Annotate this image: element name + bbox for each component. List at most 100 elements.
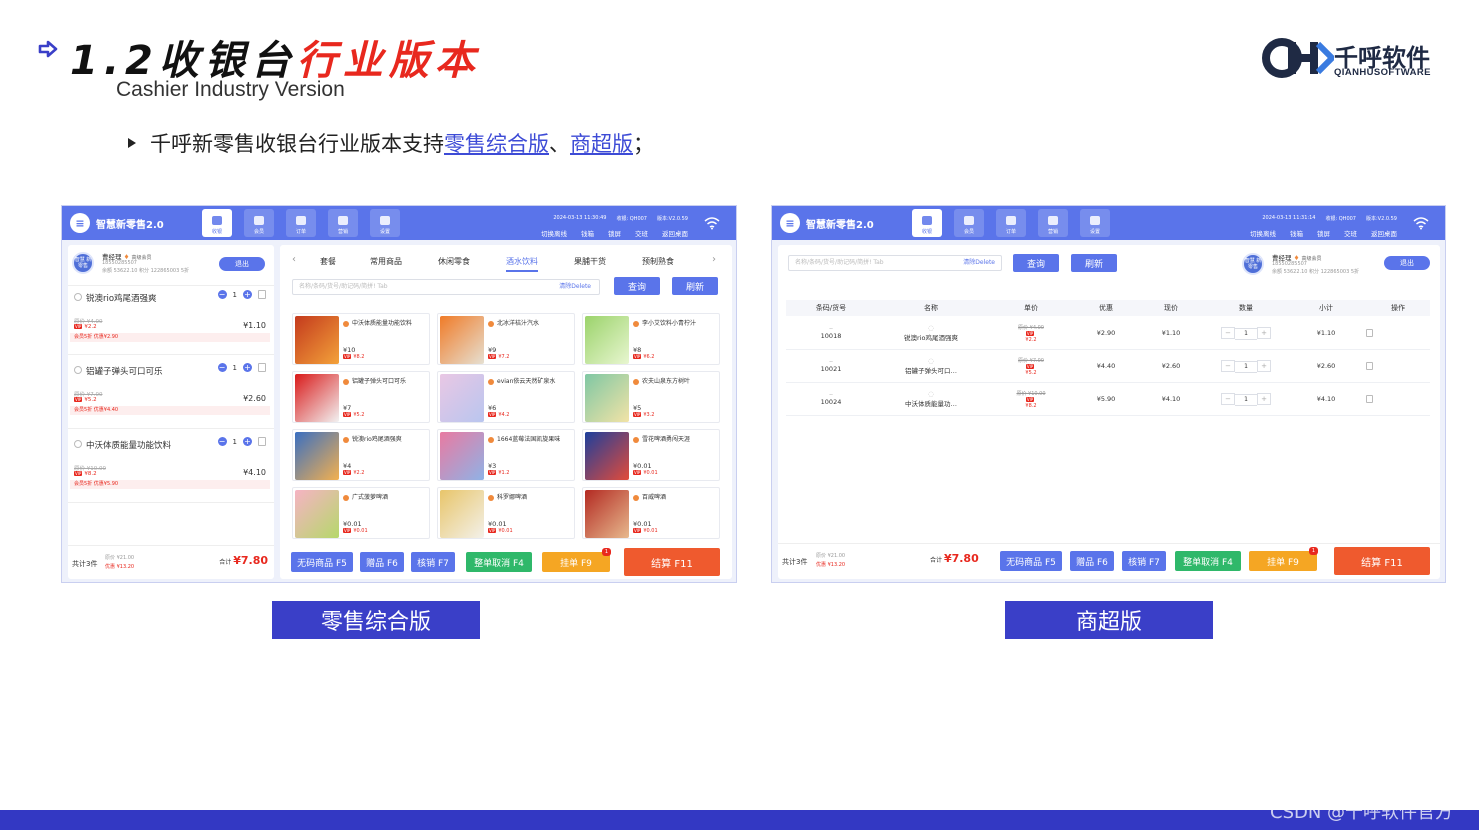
link-offline[interactable]: 切换离线 [1250, 228, 1276, 238]
tab-snacks[interactable]: 休闲零食 [438, 256, 470, 267]
link-cashbox[interactable]: 钱箱 [581, 228, 594, 238]
plus-button[interactable]: + [243, 290, 252, 299]
product-card[interactable]: 铝罐子弹头可口可乐 ¥7 VIP ¥5.2 [292, 371, 430, 423]
cart-item[interactable]: 铝罐子弹头可口可乐 −1 + 原价 ¥7.00 VIP ¥5.2 ¥2.60 会员5… [68, 359, 274, 429]
exit-button[interactable]: 退出 [1384, 256, 1430, 270]
refresh-button[interactable]: 刷新 [672, 277, 718, 295]
link-shift[interactable]: 交班 [635, 228, 648, 238]
product-image [440, 490, 484, 538]
hold-order-button[interactable]: 挂单 F9 1 [542, 548, 611, 572]
tab-dried[interactable]: 果脯干货 [574, 256, 606, 267]
minus-button[interactable]: − [1221, 326, 1235, 339]
nav-settings[interactable]: 设置 [370, 209, 400, 237]
minus-button[interactable]: − [217, 363, 227, 372]
plus-button[interactable]: + [243, 437, 252, 446]
tab-common[interactable]: 常用商品 [370, 256, 402, 267]
chevron-right-icon[interactable]: › [712, 254, 716, 265]
cart-item[interactable]: 锐澳rio鸡尾酒强爽 −1 + 原价 ¥4.00 VIP ¥2.2 ¥1.10 会员… [68, 285, 274, 355]
link-shift[interactable]: 交班 [1344, 228, 1357, 238]
link-desktop[interactable]: 返回桌面 [662, 228, 688, 238]
query-button[interactable]: 查询 [1013, 254, 1059, 272]
checkout-button[interactable]: 结算 F11 [624, 548, 720, 576]
bullet-line: 千呼新零售收银台行业版本支持零售综合版、商超版； [128, 128, 654, 158]
product-card[interactable]: 科罗娜啤酒 ¥0.01 VIP ¥0.01 [437, 487, 575, 539]
page-subtitle: Cashier Industry Version [116, 78, 345, 101]
wifi-icon [1413, 217, 1429, 230]
trash-icon[interactable] [1366, 395, 1373, 403]
nav-marketing[interactable]: 营销 [328, 209, 358, 237]
link-lock[interactable]: 锁屏 [608, 228, 621, 238]
product-card[interactable]: 雪花啤酒勇闯天涯 ¥0.01 VIP ¥0.01 [582, 429, 720, 481]
minus-button[interactable]: − [217, 290, 227, 299]
trash-icon[interactable] [258, 290, 266, 299]
tab-prepared[interactable]: 预制熟食 [642, 256, 674, 267]
link-supermarket[interactable]: 商超版 [570, 132, 633, 156]
product-card[interactable]: 北冰洋桔汁汽水 ¥9 VIP ¥7.2 [437, 313, 575, 365]
minus-button[interactable]: − [1221, 392, 1235, 405]
link-offline[interactable]: 切换离线 [541, 228, 567, 238]
nav-marketing[interactable]: 营销 [1038, 209, 1068, 237]
product-price: ¥8 [633, 346, 642, 354]
table-row[interactable]: -- 10024 ◌ 中沃体质能量功… 原价 ¥10.00 VIP ¥8.2 ¥5.9… [786, 383, 1430, 416]
product-image [295, 316, 339, 364]
no-code-button[interactable]: 无码商品 F5 [291, 552, 353, 572]
tab-combo[interactable]: 套餐 [320, 256, 336, 267]
product-image [585, 432, 629, 480]
product-price: ¥7 [343, 404, 352, 412]
gift-button[interactable]: 赠品 F6 [360, 552, 404, 572]
grand-total: 合计 ¥7.80 [930, 552, 979, 565]
clear-button[interactable]: 清除Delete [559, 280, 591, 294]
product-card[interactable]: 农夫山泉东方树叶 ¥5 VIP ¥3.2 [582, 371, 720, 423]
search-input[interactable]: 名称/条码/货号/助记码/简拼! Tab 清除Delete [788, 255, 1002, 271]
plus-button[interactable]: + [1257, 326, 1271, 339]
avatar: 智慧 新零售 [1242, 253, 1264, 275]
writeoff-button[interactable]: 核销 F7 [411, 552, 455, 572]
product-image [585, 316, 629, 364]
nav-member[interactable]: 会员 [954, 209, 984, 237]
link-lock[interactable]: 锁屏 [1317, 228, 1330, 238]
product-card[interactable]: 中沃体质能量功能饮料 ¥10 VIP ¥8.2 [292, 313, 430, 365]
clear-button[interactable]: 清除Delete [963, 256, 995, 270]
cancel-order-button[interactable]: 整单取消 F4 [1175, 551, 1241, 571]
link-retail[interactable]: 零售综合版 [444, 132, 549, 156]
query-button[interactable]: 查询 [614, 277, 660, 295]
nav-cashier[interactable]: 收银 [912, 209, 942, 237]
product-card[interactable]: 广式菠萝啤酒 ¥0.01 VIP ¥0.01 [292, 487, 430, 539]
nav-settings[interactable]: 设置 [1080, 209, 1110, 237]
cart-item[interactable]: 中沃体质能量功能饮料 −1 + 原价 ¥10.00 VIP ¥8.2 ¥4.10 会… [68, 433, 274, 503]
trash-icon[interactable] [258, 437, 266, 446]
arrow-right-icon [38, 40, 58, 58]
refresh-button[interactable]: 刷新 [1071, 254, 1117, 272]
link-cashbox[interactable]: 钱箱 [1290, 228, 1303, 238]
plus-button[interactable]: + [1257, 392, 1271, 405]
exit-button[interactable]: 退出 [219, 257, 265, 271]
checkout-button[interactable]: 结算 F11 [1334, 547, 1430, 575]
product-card[interactable]: 1664蓝莓法国凯旋果味 ¥3 VIP ¥1.2 [437, 429, 575, 481]
link-desktop[interactable]: 返回桌面 [1371, 228, 1397, 238]
no-code-button[interactable]: 无码商品 F5 [1000, 551, 1062, 571]
search-input[interactable]: 名称/条码/货号/助记码/简拼! Tab 清除Delete [292, 279, 600, 295]
trash-icon[interactable] [258, 363, 266, 372]
plus-button[interactable]: + [1257, 359, 1271, 372]
chevron-left-icon[interactable]: ‹ [292, 254, 296, 265]
trash-icon[interactable] [1366, 329, 1373, 337]
product-card[interactable]: evian依云天然矿泉水 ¥6 VIP ¥4.2 [437, 371, 575, 423]
nav-order[interactable]: 订单 [286, 209, 316, 237]
product-card[interactable]: 锐澳rio鸡尾酒强爽 ¥4 VIP ¥2.2 [292, 429, 430, 481]
nav-cashier[interactable]: 收银 [202, 209, 232, 237]
hold-order-button[interactable]: 挂单 F9 1 [1249, 547, 1318, 571]
table-row[interactable]: -- 10018 ◌ 锐澳rio鸡尾酒强爽 原价 ¥4.00 VIP ¥2.2 ¥2.… [786, 317, 1430, 350]
nav-member[interactable]: 会员 [244, 209, 274, 237]
plus-button[interactable]: + [243, 363, 252, 372]
gift-button[interactable]: 赠品 F6 [1070, 551, 1114, 571]
product-card[interactable]: 百威啤酒 ¥0.01 VIP ¥0.01 [582, 487, 720, 539]
cancel-order-button[interactable]: 整单取消 F4 [466, 552, 532, 572]
writeoff-button[interactable]: 核销 F7 [1122, 551, 1166, 571]
nav-order[interactable]: 订单 [996, 209, 1026, 237]
trash-icon[interactable] [1366, 362, 1373, 370]
product-card[interactable]: 李小艾饮料小青柠汁 ¥8 VIP ¥6.2 [582, 313, 720, 365]
tab-drinks[interactable]: 酒水饮料 [506, 256, 538, 267]
minus-button[interactable]: − [217, 437, 227, 446]
minus-button[interactable]: − [1221, 359, 1235, 372]
table-row[interactable]: -- 10021 ◌ 铝罐子弹头可口… 原价 ¥7.00 VIP ¥5.2 ¥4.40… [786, 350, 1430, 383]
